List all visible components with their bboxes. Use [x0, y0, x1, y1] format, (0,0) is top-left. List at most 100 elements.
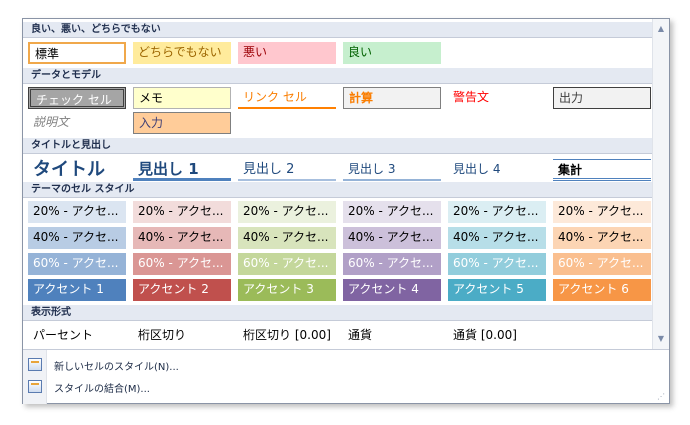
style-cell[interactable]: 説明文 — [28, 112, 126, 134]
style-cell[interactable]: アクセント 5 — [448, 279, 546, 301]
section-header: タイトルと見出し — [23, 138, 653, 154]
style-cell-label: 20% - アクセ... — [348, 204, 434, 218]
section-header: 良い、悪い、どちらでもない — [23, 22, 653, 38]
style-cell-label: 40% - アクセ... — [558, 230, 644, 244]
style-cell[interactable]: アクセント 2 — [133, 279, 231, 301]
style-cell-label: 20% - アクセ... — [243, 204, 329, 218]
style-cell-label: 20% - アクセ... — [33, 204, 119, 218]
style-cell-label: 悪い — [243, 45, 268, 59]
style-cell[interactable]: 60% - アクセ... — [343, 253, 441, 275]
style-cell[interactable]: 60% - アクセ... — [133, 253, 231, 275]
style-cell[interactable]: リンク セル — [238, 87, 336, 109]
styles-menu: 新しいセルのスタイル(N)... スタイルの結合(M)... ⋰ — [23, 349, 669, 404]
resize-grip-icon[interactable]: ⋰ — [657, 392, 667, 402]
style-cell[interactable]: 桁区切り — [133, 325, 231, 347]
style-cell-label: 警告文 — [453, 90, 490, 104]
style-cell[interactable]: 20% - アクセ... — [448, 201, 546, 223]
style-cell[interactable]: 見出し 4 — [448, 159, 546, 181]
section-header: データとモデル — [23, 68, 653, 84]
style-cell-label: 60% - アクセ... — [33, 256, 119, 270]
style-cell[interactable]: 見出し 3 — [343, 159, 441, 181]
style-cell-label: 40% - アクセ... — [243, 230, 329, 244]
style-cell-label: 桁区切り — [138, 328, 187, 342]
style-cell-label: 見出し 3 — [348, 162, 396, 176]
new-cell-style-menu-item[interactable]: 新しいセルのスタイル(N)... — [23, 354, 669, 376]
style-cell[interactable]: 20% - アクセ... — [553, 201, 651, 223]
style-cell[interactable]: アクセント 4 — [343, 279, 441, 301]
style-cell-label: リンク セル — [243, 90, 307, 104]
style-cell[interactable]: 通貨 [0.00] — [448, 325, 546, 347]
style-cell[interactable]: 計算 — [343, 87, 441, 109]
style-cell[interactable]: 標準 — [28, 42, 126, 64]
style-cell-label: 20% - アクセ... — [453, 204, 539, 218]
style-cell-label: タイトル — [33, 159, 105, 180]
style-cell[interactable]: 桁区切り [0.00] — [238, 325, 336, 347]
style-cell[interactable]: チェック セル — [28, 87, 126, 109]
style-cell[interactable]: 20% - アクセ... — [343, 201, 441, 223]
style-cell[interactable]: 20% - アクセ... — [238, 201, 336, 223]
style-cell[interactable]: 見出し 2 — [238, 159, 336, 181]
style-cell-label: 20% - アクセ... — [558, 204, 644, 218]
style-cell-label: アクセント 6 — [558, 282, 629, 296]
style-cell[interactable]: タイトル — [28, 159, 126, 181]
style-cell[interactable]: 60% - アクセ... — [553, 253, 651, 275]
style-cell-label: 良い — [348, 45, 373, 59]
style-cell[interactable]: 見出し 1 — [133, 159, 231, 181]
style-cell[interactable]: 良い — [343, 42, 441, 64]
style-cell[interactable]: 悪い — [238, 42, 336, 64]
style-cell[interactable]: どちらでもない — [133, 42, 231, 64]
style-cell-label: 60% - アクセ... — [243, 256, 329, 270]
style-cell-label: パーセント — [33, 328, 94, 342]
style-cell-label: チェック セル — [36, 93, 112, 107]
style-cell[interactable]: 60% - アクセ... — [28, 253, 126, 275]
style-cell[interactable]: 60% - アクセ... — [238, 253, 336, 275]
style-cell-label: 60% - アクセ... — [348, 256, 434, 270]
scroll-down-arrow-icon[interactable]: ▼ — [653, 331, 669, 347]
menu-item-label: スタイルの結合(M)... — [54, 384, 150, 395]
style-cell[interactable]: アクセント 3 — [238, 279, 336, 301]
style-cell[interactable]: アクセント 6 — [553, 279, 651, 301]
style-cell[interactable]: 40% - アクセ... — [238, 227, 336, 249]
section-header: テーマのセル スタイル — [23, 182, 653, 198]
style-cell[interactable]: 60% - アクセ... — [448, 253, 546, 275]
style-cell-label: 出力 — [559, 91, 584, 105]
cell-styles-dropdown: 良い、悪い、どちらでもない標準 どちらでもない 悪い 良いデータとモデルチェック セル… — [22, 18, 670, 404]
style-cell-label: 集計 — [558, 163, 583, 177]
style-cell[interactable]: 40% - アクセ... — [553, 227, 651, 249]
style-cell-label: アクセント 2 — [138, 282, 209, 296]
style-cell-label: 40% - アクセ... — [33, 230, 119, 244]
style-cell-label: 見出し 2 — [243, 162, 295, 177]
style-cell[interactable]: 40% - アクセ... — [448, 227, 546, 249]
style-cell-label: 60% - アクセ... — [453, 256, 539, 270]
merge-styles-menu-item[interactable]: スタイルの結合(M)... — [23, 376, 669, 398]
style-cell[interactable]: 40% - アクセ... — [133, 227, 231, 249]
style-cell-label: どちらでもない — [138, 45, 222, 59]
style-cell[interactable]: 出力 — [553, 87, 651, 109]
style-cell-label: 見出し 4 — [453, 162, 501, 176]
merge-styles-icon — [28, 380, 42, 393]
style-cell[interactable]: パーセント — [28, 325, 126, 347]
gallery-scrollbar[interactable]: ▲ ▼ — [652, 19, 669, 349]
style-cell[interactable]: 警告文 — [448, 87, 546, 109]
style-cell[interactable]: メモ — [133, 87, 231, 109]
menu-item-label: 新しいセルのスタイル(N)... — [54, 362, 179, 373]
style-cell[interactable]: 通貨 — [343, 325, 441, 347]
style-cell[interactable]: 20% - アクセ... — [133, 201, 231, 223]
style-cell-label: 60% - アクセ... — [138, 256, 224, 270]
style-cell-label: アクセント 1 — [33, 282, 104, 296]
scroll-up-arrow-icon[interactable]: ▲ — [653, 21, 669, 37]
style-cell-label: 標準 — [35, 47, 60, 61]
style-cell[interactable]: 入力 — [133, 112, 231, 134]
style-cell[interactable]: 集計 — [553, 159, 651, 181]
style-cell-label: 40% - アクセ... — [453, 230, 539, 244]
style-cell-label: 説明文 — [33, 115, 70, 129]
style-cell-label: 通貨 — [348, 328, 373, 342]
style-cell[interactable]: 40% - アクセ... — [28, 227, 126, 249]
style-cell-label: 40% - アクセ... — [348, 230, 434, 244]
style-cell-label: 桁区切り [0.00] — [243, 328, 331, 342]
style-cell[interactable]: 40% - アクセ... — [343, 227, 441, 249]
style-cell[interactable]: アクセント 1 — [28, 279, 126, 301]
style-cell-label: アクセント 3 — [243, 282, 314, 296]
style-cell[interactable]: 20% - アクセ... — [28, 201, 126, 223]
style-cell-label: 20% - アクセ... — [138, 204, 224, 218]
